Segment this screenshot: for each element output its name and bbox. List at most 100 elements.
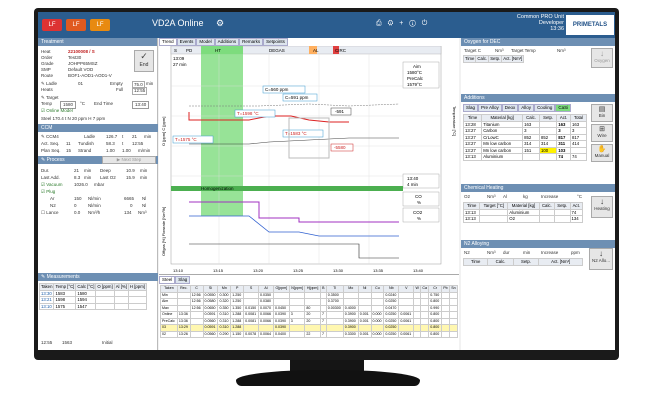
cell: 0.0560 bbox=[202, 330, 219, 338]
heats-label: Heats bbox=[41, 87, 53, 92]
cell bbox=[325, 330, 344, 338]
manual-button[interactable]: ✋ Manual bbox=[591, 144, 613, 162]
table-header-row: Time Calc. Setp. Act. [Nm³] bbox=[462, 55, 525, 63]
cell bbox=[553, 215, 571, 223]
cell bbox=[420, 330, 430, 338]
add-icon[interactable]: + bbox=[399, 20, 405, 27]
tab-deox[interactable]: Deox bbox=[501, 104, 519, 112]
flag-badge[interactable]: LF bbox=[90, 19, 110, 31]
cell: 1547 bbox=[75, 302, 97, 310]
tundish-min: 12:55 bbox=[132, 141, 144, 146]
logout-icon[interactable]: ⏻ bbox=[422, 20, 430, 27]
measurements-header: ✎ Measurements bbox=[38, 273, 158, 281]
n2-dur-unit: min bbox=[523, 250, 531, 255]
cell: 0.001 bbox=[357, 330, 372, 338]
co2-label: CO2 bbox=[413, 210, 423, 215]
ch-o2-unit: Nm³ bbox=[487, 194, 496, 199]
full-value: 12:55 bbox=[132, 87, 148, 95]
table-row[interactable]: 02 13:26 0.0560 0.290 1.150 0.0078 0.0064 0.040… bbox=[160, 330, 459, 338]
n2-alloying-button-label: N2 Allo... bbox=[591, 258, 610, 263]
end-time-label: End Time bbox=[94, 101, 114, 106]
target-c-label: Target C bbox=[464, 48, 482, 53]
tab-alloy[interactable]: Alloy bbox=[518, 104, 535, 112]
x-tick: 13:40 bbox=[413, 268, 424, 273]
value-box: -591 bbox=[335, 109, 345, 114]
phase-label: PD bbox=[186, 48, 193, 53]
cell: 13:13 bbox=[462, 215, 481, 223]
cell: 13:26 bbox=[176, 330, 191, 338]
cell: 1575 bbox=[53, 302, 77, 310]
print-icon[interactable]: ⎙ bbox=[376, 20, 384, 27]
vacuum-value: 1026.0 bbox=[74, 182, 88, 187]
bin-button[interactable]: ▤ Bin bbox=[591, 104, 613, 122]
tab-events[interactable]: Events bbox=[176, 38, 197, 46]
plug-toggle[interactable]: ☑ Plug bbox=[41, 189, 55, 195]
end-time-input[interactable]: 13:40 bbox=[132, 101, 150, 109]
settings-icon[interactable]: ⚙ bbox=[216, 18, 224, 29]
monitor-bezel: LF LF LF VD2A Online ⚙ ⎙ ⚙ + ⓘ ⏻ Common … bbox=[34, 8, 619, 360]
oxygen-table: Time Calc. Setp. Act. [Nm³] bbox=[462, 55, 525, 63]
online-model-toggle[interactable]: ☑ Online Model bbox=[41, 108, 73, 114]
next-step-button[interactable]: ▶ Next Step bbox=[102, 156, 156, 164]
phase-label: CIRC bbox=[335, 48, 347, 53]
tab-pre-alloy[interactable]: Pre Alloy bbox=[478, 104, 502, 112]
dur-value: 21 bbox=[74, 168, 80, 173]
n2-label: N2 bbox=[50, 203, 56, 208]
gear-icon[interactable]: ⚙ bbox=[388, 20, 396, 27]
homogenization-label: Homogenization bbox=[201, 186, 234, 191]
col-header: Al [%] bbox=[113, 283, 129, 291]
col-header: Time bbox=[462, 55, 477, 63]
plan-seq-label: Plan Seq. bbox=[41, 148, 61, 153]
tab-remarks[interactable]: Remarks bbox=[239, 38, 264, 46]
last-add-value: 8.3 bbox=[74, 175, 81, 180]
toolbar-icons[interactable]: ⎙ ⚙ + ⓘ ⏻ bbox=[376, 20, 429, 28]
tab-slag-add[interactable]: Slag bbox=[463, 104, 479, 112]
table-row[interactable]: 13:10 1575 1547 bbox=[38, 302, 147, 310]
vacuum-toggle[interactable]: ☑ Vacuum bbox=[41, 182, 62, 188]
bin-icon: ▤ bbox=[598, 106, 606, 113]
n2-label: N2 bbox=[464, 250, 470, 255]
n2-unit: Nm³ bbox=[487, 250, 496, 255]
ch-o2-label: O2 bbox=[464, 194, 471, 199]
ch-al-label: Al bbox=[503, 194, 508, 199]
arrow-down-icon: ↓ bbox=[599, 249, 603, 258]
co-unit: % bbox=[417, 200, 421, 205]
plan-seq-value: 15 bbox=[66, 148, 72, 153]
x-tick: 13:35 bbox=[373, 268, 384, 273]
col-header: O [ppm] bbox=[95, 283, 115, 291]
n2-dur-label: dur bbox=[503, 250, 510, 255]
tab-cooling[interactable]: Cooling bbox=[534, 104, 556, 112]
info-icon[interactable]: ⓘ bbox=[409, 20, 418, 27]
tab-steel[interactable]: Steel bbox=[159, 276, 176, 284]
value-box: -5580 bbox=[334, 145, 346, 150]
tab-model[interactable]: Model bbox=[196, 38, 215, 46]
cell: 22 bbox=[304, 330, 321, 338]
tab-setpoints[interactable]: Setpoints bbox=[263, 38, 288, 46]
phase-label: HT bbox=[215, 48, 221, 53]
x-tick: 13:25 bbox=[293, 268, 304, 273]
tab-additions[interactable]: Additions bbox=[214, 38, 240, 46]
oxygen-button[interactable]: ↓ Oxygen bbox=[591, 48, 613, 68]
tundish-label: Tundish bbox=[78, 141, 94, 146]
title-bar: LF LF LF VD2A Online ⚙ ⎙ ⚙ + ⓘ ⏻ Common … bbox=[38, 12, 615, 48]
wire-button[interactable]: ⊞ Wire bbox=[591, 124, 613, 142]
n2-alloying-button[interactable]: ↓ N2 Allo... bbox=[589, 248, 613, 270]
tab-casi[interactable]: CaSi bbox=[555, 104, 572, 112]
cell: 74 bbox=[556, 153, 571, 161]
heating-button[interactable]: ↓ Heating bbox=[591, 196, 613, 218]
n2-unit: Nl/min bbox=[88, 203, 101, 208]
dur-unit: min bbox=[84, 168, 92, 173]
chemical-heating-table: Time Target [°C] Material [kg] Calc. Setp. Ac… bbox=[462, 202, 584, 223]
flag-badge[interactable]: LF bbox=[42, 19, 62, 31]
wire-icon: ⊞ bbox=[599, 126, 605, 133]
flag-badge[interactable]: LF bbox=[66, 19, 86, 31]
precalc-label: PreCalc bbox=[407, 76, 424, 81]
tab-slag[interactable]: Slag bbox=[175, 276, 191, 284]
trend-tabs: Trend Events Model Additions Remarks Setpoint… bbox=[159, 38, 288, 46]
ch-al-unit: kg bbox=[523, 194, 528, 199]
n2-alloying-header: N2 Alloying bbox=[461, 240, 615, 248]
table-row[interactable]: 13:13 Aluminium 74 74 bbox=[462, 153, 588, 161]
tab-trend[interactable]: Trend bbox=[159, 38, 177, 46]
table-row[interactable]: 13:13 O2 134 bbox=[462, 215, 584, 223]
end-button[interactable]: ✓ End bbox=[134, 50, 154, 72]
